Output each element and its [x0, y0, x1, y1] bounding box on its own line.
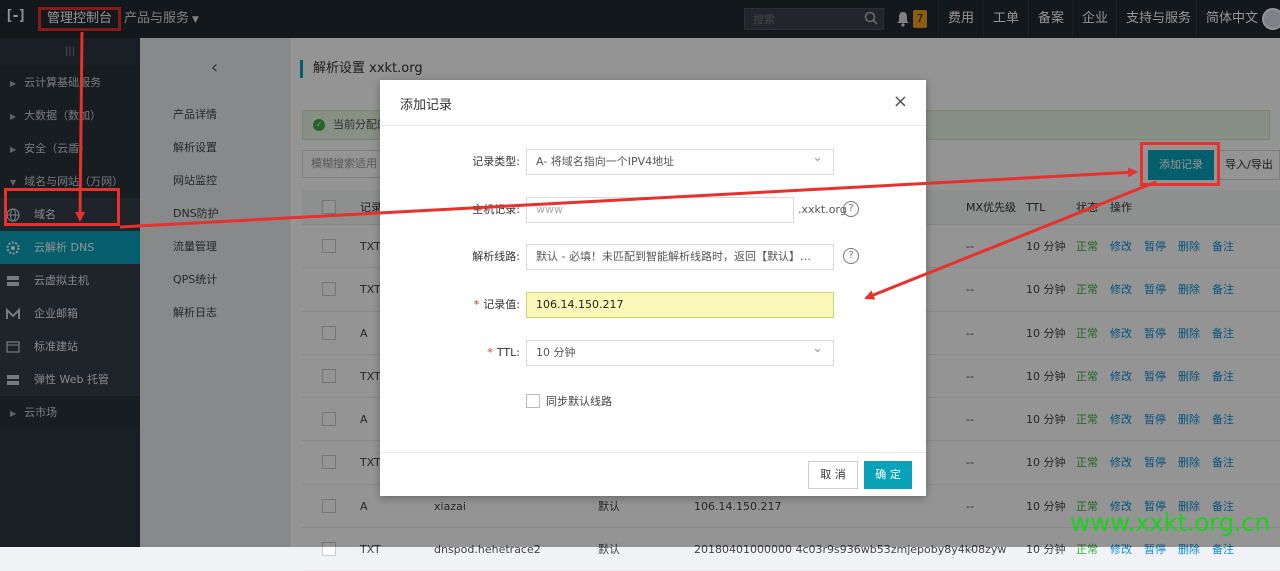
record-type-row: 记录类型: A- 将域名指向一个IPV4地址	[380, 149, 926, 175]
record-value-label: * 记录值:	[474, 292, 520, 318]
host-record-label: 主机记录:	[472, 203, 520, 216]
line-row: 解析线路: 默认 - 必填！未匹配到智能解析线路时，返回【默认】线路设置... …	[380, 244, 926, 270]
dialog-header: 添加记录 ×	[380, 80, 926, 126]
sync-default-line-label: 同步默认线路	[546, 395, 612, 408]
help-icon[interactable]: ?	[843, 248, 859, 264]
host-record-row: 主机记录: www .xxkt.org ?	[380, 197, 926, 223]
required-marker: *	[487, 346, 493, 359]
confirm-button[interactable]: 确 定	[864, 461, 912, 489]
dialog-title: 添加记录	[400, 98, 453, 113]
ttl-label: * TTL:	[487, 340, 520, 366]
sync-default-line-checkbox[interactable]	[526, 394, 540, 408]
record-type-select[interactable]: A- 将域名指向一个IPV4地址	[526, 149, 834, 175]
line-label: 解析线路:	[472, 250, 520, 263]
record-value-row: * 记录值: 106.14.150.217	[380, 292, 926, 318]
record-value-input[interactable]: 106.14.150.217	[526, 292, 834, 318]
add-record-dialog: 添加记录 × 记录类型: A- 将域名指向一个IPV4地址 主机记录: www …	[380, 80, 926, 496]
host-record-input[interactable]: www	[526, 197, 794, 223]
line-select[interactable]: 默认 - 必填！未匹配到智能解析线路时，返回【默认】线路设置...	[526, 244, 834, 270]
domain-suffix: .xxkt.org	[798, 203, 847, 216]
annotation-box-add-record	[1140, 142, 1220, 186]
close-icon[interactable]: ×	[893, 92, 908, 112]
cancel-button[interactable]: 取 消	[808, 461, 858, 489]
ttl-row: * TTL: 10 分钟	[380, 340, 926, 366]
record-type-label: 记录类型:	[472, 155, 520, 168]
dialog-footer: 取 消 确 定	[380, 452, 926, 496]
ttl-select[interactable]: 10 分钟	[526, 340, 834, 366]
record-value-label-text: 记录值:	[483, 298, 520, 311]
ttl-label-text: TTL:	[496, 346, 520, 359]
watermark: www.xxkt.org.cn	[1070, 508, 1270, 537]
annotation-box-dns	[4, 188, 120, 226]
required-marker: *	[473, 298, 480, 311]
help-icon[interactable]: ?	[843, 201, 859, 217]
